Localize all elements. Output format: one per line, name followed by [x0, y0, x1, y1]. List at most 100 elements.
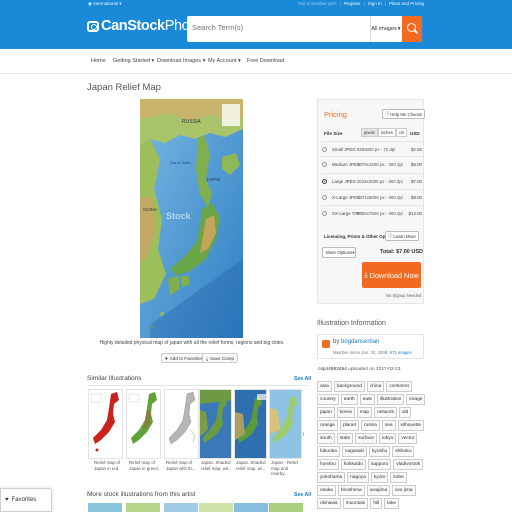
keyword-tag[interactable]: asia [317, 381, 332, 392]
keyword-tag[interactable]: state [336, 433, 354, 444]
keyword-tag[interactable]: mountain [342, 498, 369, 509]
keyword-tag[interactable]: kyushu [369, 446, 391, 457]
keyword-tag[interactable]: background [333, 381, 365, 392]
add-to-favorites-button[interactable]: ♥ Add to Favorites [161, 353, 208, 363]
keyword-tag[interactable]: image [406, 394, 426, 405]
search-input[interactable] [192, 23, 362, 32]
nav-download-images[interactable]: Download Images ▾ [157, 58, 205, 64]
more-thumb[interactable] [88, 503, 122, 512]
more-thumb[interactable] [234, 503, 268, 512]
unit-cm-button[interactable]: cm [395, 128, 408, 137]
keyword-tag[interactable]: south [317, 433, 335, 444]
main-preview-image[interactable]: RUSSIA JAPAN CHINA Sea of Japan Stock [140, 99, 243, 338]
keyword-tag[interactable]: korea [336, 407, 355, 418]
register-link[interactable]: Register [344, 1, 361, 6]
unit-pixels-button[interactable]: pixels [361, 128, 378, 137]
site-logo[interactable]: CanStock Photo [87, 18, 201, 34]
search-category-select[interactable]: All images ▾ [370, 16, 401, 42]
keyword-tag[interactable]: east [359, 394, 375, 405]
keyword-tag[interactable]: fukuoka [317, 446, 340, 457]
price-row-small[interactable]: Small JPEG 539x800 px - 72 dpi $2.50 [322, 141, 422, 156]
keyword-tag[interactable]: sapporo [367, 459, 392, 470]
learn-more-button[interactable]: ⓘ Learn More [385, 231, 419, 241]
similar-caption-1[interactable]: Relief map of Japan in red. [94, 460, 131, 471]
similar-caption-5[interactable]: Japan. Shaded relief map, wi... [236, 460, 271, 471]
keyword-tag[interactable]: surface [355, 433, 377, 444]
keyword-tag[interactable]: honshu [317, 459, 339, 470]
keyword-tag[interactable]: nagasaki [341, 446, 368, 457]
chevron-right-icon[interactable]: › [302, 429, 305, 438]
nav-my-account[interactable]: My Account ▾ [208, 58, 241, 64]
similar-caption-2[interactable]: Relief map of Japan in green. [129, 460, 166, 471]
nav-free-download[interactable]: Free Download [247, 58, 284, 64]
similar-thumb-1[interactable] [88, 389, 123, 459]
more-thumb[interactable] [164, 503, 198, 512]
keyword-tag[interactable]: kyoto [370, 472, 389, 483]
author-images-link[interactable]: 671 images [390, 350, 412, 355]
keyword-tag[interactable]: russia [361, 420, 380, 431]
similar-thumb-6[interactable] [269, 389, 302, 459]
signin-link[interactable]: Sign In [368, 1, 382, 6]
keyword-tag[interactable]: nagoya [347, 472, 369, 483]
keyword-tag[interactable]: orange [317, 420, 338, 431]
search-button[interactable] [402, 16, 422, 42]
keyword-tag[interactable]: continent [386, 381, 412, 392]
keyword-tag[interactable]: yokohama [317, 472, 346, 483]
keyword-tag[interactable]: vladivostok [393, 459, 424, 470]
keyword-tag[interactable]: earth [340, 394, 358, 405]
keyword-tag[interactable]: uwajima [366, 485, 391, 496]
keyword-tag[interactable]: osaka [317, 485, 336, 496]
keyword-tag[interactable]: map [356, 407, 373, 418]
keyword-tag[interactable]: okinawa [317, 498, 341, 509]
keyword-tag[interactable]: china [366, 381, 385, 392]
keyword-tag[interactable]: kobe [390, 472, 407, 483]
download-now-button[interactable]: ⤓ Download Now [362, 262, 421, 288]
help-me-choose-button[interactable]: ⓘ Help Me Choose [382, 109, 426, 119]
keyword-tag[interactable]: hill [370, 498, 383, 509]
keyword-tag[interactable]: hokkaido [340, 459, 366, 470]
keyword-tag[interactable]: planet [339, 420, 360, 431]
price-row-xlarge[interactable]: X-Large JPEG 3371x5000 px - 300 dpi $8.0… [322, 189, 422, 204]
keyword-tag[interactable]: vector [398, 433, 418, 444]
more-options-select[interactable]: More Options ▾ [322, 247, 356, 258]
radio-button[interactable] [322, 194, 327, 200]
similar-thumb-5[interactable] [234, 389, 267, 459]
keyword-tag[interactable]: tokyo [378, 433, 397, 444]
similar-thumb-4[interactable] [199, 389, 232, 459]
keyword-tag[interactable]: country [317, 394, 339, 405]
price-row-large[interactable]: Large JPEG 2023x3000 px - 300 dpi $7.00 [322, 173, 422, 188]
radio-button-selected[interactable] [322, 178, 327, 184]
similar-thumb-3[interactable] [164, 389, 199, 459]
favorites-tab[interactable]: ♥ Favorites [0, 488, 52, 512]
more-thumb[interactable] [126, 503, 160, 512]
price-row-medium[interactable]: Medium JPEG 1079x1600 px - 300 dpi $6.00 [322, 156, 422, 171]
keyword-tag[interactable]: old [398, 407, 412, 418]
similar-caption-6[interactable]: Japan - Relief map and nearby... [271, 460, 306, 477]
similar-see-all-link[interactable]: See All [294, 376, 311, 382]
keyword-tag[interactable]: network [374, 407, 397, 418]
keyword-tag[interactable]: sea [381, 420, 396, 431]
nav-getting-started[interactable]: Getting Started ▾ [113, 58, 154, 64]
save-comp-button[interactable]: ⤓ Save Comp [202, 353, 239, 363]
plans-link[interactable]: Plans and Pricing [389, 1, 424, 6]
similar-caption-4[interactable]: Japan. Shaded relief map, wit... [201, 460, 236, 471]
unit-inches-button[interactable]: inches [377, 128, 396, 137]
keyword-tag[interactable]: japan [317, 407, 335, 418]
radio-button[interactable] [322, 146, 327, 152]
author-link[interactable]: bogdanserban [341, 339, 379, 345]
more-see-all-link[interactable]: See All [294, 492, 311, 498]
price-row-xxlarge[interactable]: XX-Large TIFF 5056x7500 px - 300 dpi $12… [322, 205, 422, 220]
keyword-tag[interactable]: hiroshima [337, 485, 365, 496]
more-thumb[interactable] [199, 503, 233, 512]
nav-home[interactable]: Home [91, 58, 106, 64]
similar-caption-3[interactable]: Relief map of Japan with th... [166, 460, 203, 471]
keyword-tag[interactable]: shikoku [392, 446, 415, 457]
keyword-tag[interactable]: silhouette [397, 420, 425, 431]
keyword-tag[interactable]: iwo jima [392, 485, 416, 496]
keyword-tag[interactable]: lake [384, 498, 400, 509]
keyword-tag[interactable]: illustration [376, 394, 405, 405]
more-thumb[interactable] [269, 503, 303, 512]
radio-button[interactable] [322, 210, 327, 216]
region-selector[interactable]: ◉ International ▾ [88, 1, 122, 7]
similar-thumb-2[interactable] [126, 389, 161, 459]
